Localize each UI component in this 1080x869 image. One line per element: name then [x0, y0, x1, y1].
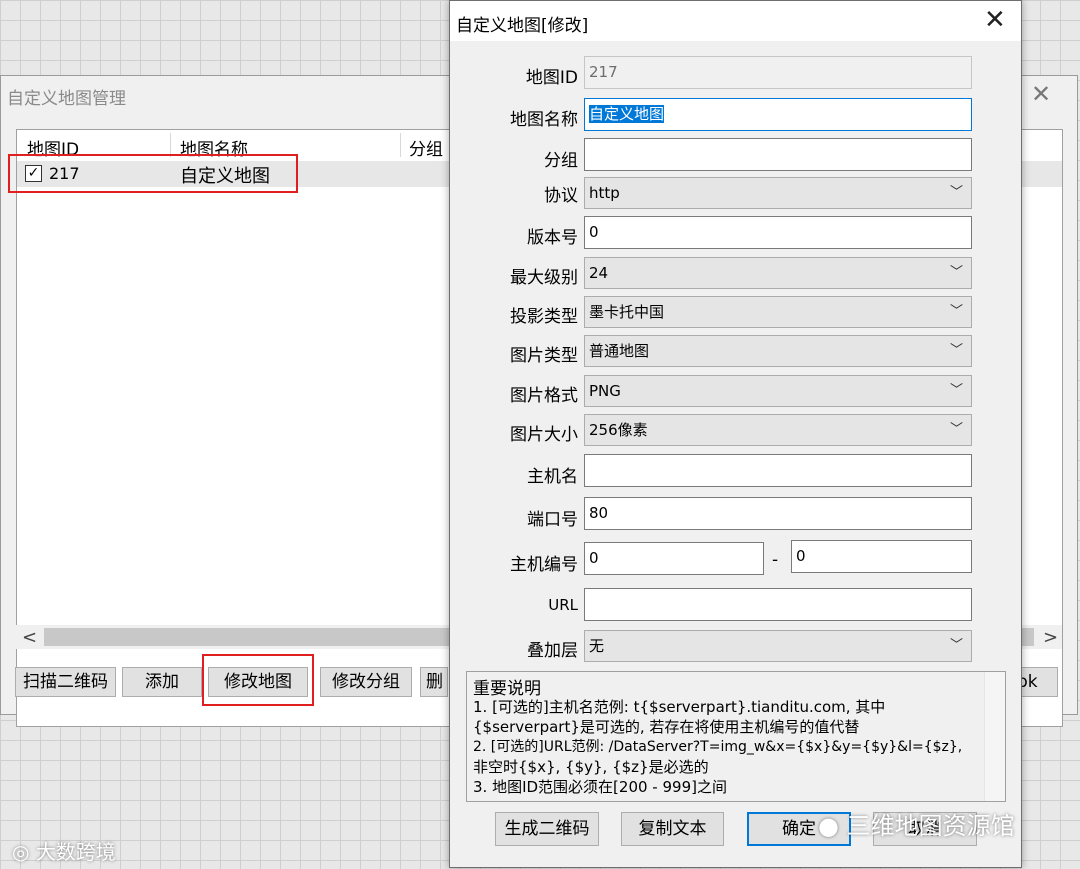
map-name-value: 自定义地图: [589, 105, 665, 123]
manager-close-icon[interactable]: ✕: [1031, 80, 1051, 108]
watermark-left: ◎ 大数跨境: [12, 836, 116, 865]
notes-line: {$serverpart}是可选的, 若存在将使用主机编号的值代替: [473, 718, 860, 736]
edit-map-dialog: 自定义地图[修改] ✕ 地图ID 217 地图名称 自定义地图 分组 协议 ht…: [449, 0, 1022, 868]
notes-textarea[interactable]: 重要说明 1. [可选的]主机名范例: t{$serverpart}.tiand…: [466, 671, 1006, 802]
max-level-select[interactable]: 24 ﹀: [584, 257, 972, 289]
label-group: 分组: [544, 151, 578, 171]
label-image-format: 图片格式: [510, 386, 578, 406]
chevron-down-icon: ﹀: [949, 422, 963, 437]
url-input[interactable]: [584, 588, 972, 621]
chevron-down-icon: ﹀: [949, 265, 963, 280]
notes-scrollbar[interactable]: [984, 672, 1005, 801]
delete-button[interactable]: 删: [420, 667, 448, 697]
host-input[interactable]: [584, 454, 972, 487]
watermark-logo-icon: ◎: [12, 840, 36, 864]
protocol-value: http: [589, 184, 620, 202]
group-input[interactable]: [584, 138, 972, 171]
watermark-right-text: 三维地图资源馆: [846, 812, 1015, 840]
column-separator: [400, 133, 401, 157]
image-format-select[interactable]: PNG ﹀: [584, 375, 972, 407]
projection-select[interactable]: 墨卡托中国 ﹀: [584, 296, 972, 328]
overlay-select[interactable]: 无 ﹀: [584, 630, 972, 662]
label-overlay: 叠加层: [527, 641, 578, 661]
notes-line: 3. 地图ID范围必须在[200 - 999]之间: [473, 778, 727, 796]
dialog-title: 自定义地图[修改]: [456, 16, 589, 36]
projection-value: 墨卡托中国: [589, 303, 665, 321]
annotation-highlight-row: [8, 154, 298, 193]
notes-line: 非空时{$x}, {$y}, {$z}是必选的: [473, 758, 709, 776]
protocol-select[interactable]: http ﹀: [584, 177, 972, 209]
label-protocol: 协议: [544, 186, 578, 206]
version-input[interactable]: 0: [584, 216, 972, 249]
label-url: URL: [548, 596, 578, 614]
overlay-value: 无: [589, 637, 605, 655]
label-host-number: 主机编号: [510, 555, 578, 575]
manager-window-title: 自定义地图管理: [7, 89, 126, 109]
max-level-value: 24: [589, 264, 609, 282]
notes-line: 2. [可选的]URL范例: /DataServer?T=img_w&x={$x…: [473, 739, 963, 755]
watermark-left-text: 大数跨境: [35, 840, 116, 864]
port-input[interactable]: 80: [584, 497, 972, 530]
label-host: 主机名: [527, 467, 578, 487]
image-type-value: 普通地图: [589, 342, 650, 360]
label-max-level: 最大级别: [510, 268, 578, 288]
scan-qr-button[interactable]: 扫描二维码: [15, 667, 116, 697]
notes-line: 1. [可选的]主机名范例: t{$serverpart}.tianditu.c…: [473, 698, 886, 716]
label-version: 版本号: [527, 228, 578, 248]
annotation-highlight-button: [202, 654, 314, 706]
label-image-size: 图片大小: [510, 425, 578, 445]
wechat-icon: ●: [818, 812, 847, 840]
label-map-id: 地图ID: [525, 68, 578, 88]
chevron-down-icon: ﹀: [949, 185, 963, 200]
watermark-right: ● 三维地图资源馆: [818, 806, 1015, 841]
chevron-down-icon: ﹀: [949, 638, 963, 653]
map-name-input[interactable]: 自定义地图: [584, 98, 972, 131]
scroll-left-icon[interactable]: <: [22, 627, 37, 648]
image-type-select[interactable]: 普通地图 ﹀: [584, 335, 972, 367]
host-number-to-input[interactable]: 0: [791, 540, 972, 573]
dialog-close-icon[interactable]: ✕: [984, 5, 1006, 35]
label-map-name: 地图名称: [510, 110, 578, 130]
host-number-from-input[interactable]: 0: [584, 542, 764, 575]
add-button[interactable]: 添加: [122, 667, 202, 697]
chevron-down-icon: ﹀: [949, 343, 963, 358]
image-size-select[interactable]: 256像素 ﹀: [584, 414, 972, 446]
label-projection: 投影类型: [510, 307, 578, 327]
image-format-value: PNG: [589, 382, 621, 400]
chevron-down-icon: ﹀: [949, 383, 963, 398]
generate-qr-button[interactable]: 生成二维码: [495, 812, 599, 846]
column-header-group[interactable]: 分组: [409, 135, 443, 160]
host-number-separator: -: [772, 550, 779, 570]
copy-text-button[interactable]: 复制文本: [621, 812, 724, 846]
dialog-titlebar: 自定义地图[修改] ✕: [450, 1, 1021, 41]
label-port: 端口号: [527, 510, 578, 530]
image-size-value: 256像素: [589, 421, 648, 439]
map-id-field: 217: [584, 56, 972, 89]
label-image-type: 图片类型: [510, 346, 578, 366]
scroll-right-icon[interactable]: >: [1043, 627, 1058, 648]
edit-group-button[interactable]: 修改分组: [320, 667, 412, 697]
chevron-down-icon: ﹀: [949, 304, 963, 319]
